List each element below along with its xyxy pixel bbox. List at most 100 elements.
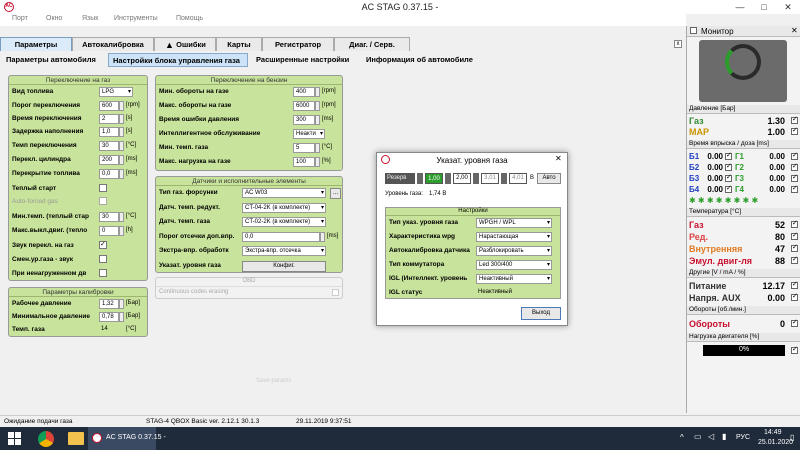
smart-service-select[interactable]: Неакти — [293, 129, 325, 139]
level-change-sound-checkbox[interactable] — [99, 255, 107, 263]
min-rpm-gas-spinner[interactable] — [315, 87, 320, 97]
min-gas-temp-spinner[interactable] — [315, 143, 320, 153]
tab-parameters[interactable]: Параметры — [0, 37, 72, 51]
temp-gas-checkbox[interactable] — [791, 219, 798, 228]
switch-time-spinner[interactable] — [119, 114, 124, 124]
notifications-icon[interactable]: ▯ — [790, 433, 794, 442]
windows-start-icon[interactable] — [8, 432, 22, 446]
unloaded-engine-checkbox[interactable] — [99, 269, 107, 277]
igl-select[interactable]: Неактивный — [476, 274, 552, 284]
cylinder-switch-input[interactable]: 200 — [99, 155, 119, 165]
pressure-error-time-spinner[interactable] — [315, 115, 320, 125]
min-pressure-input[interactable]: 0,78 — [99, 312, 119, 322]
clock-time[interactable]: 14:49 — [764, 429, 782, 436]
b1-checkbox[interactable] — [725, 151, 732, 160]
extra-inj-threshold-input[interactable]: 0,0 — [242, 232, 320, 242]
switch-time-input[interactable]: 2 — [99, 114, 119, 124]
pressure-map-checkbox[interactable] — [791, 126, 798, 135]
b2-checkbox[interactable] — [725, 162, 732, 171]
tab-vehicle-info[interactable]: Информация об автомобиле — [362, 53, 482, 67]
rpm-checkbox[interactable] — [791, 318, 798, 327]
extra-inj-threshold-spinner[interactable] — [320, 232, 325, 242]
menu-language[interactable]: Язык — [82, 15, 98, 22]
extra-inj-handling-select[interactable]: Экстра-впр. отсечка — [242, 246, 326, 256]
engine-load-checkbox[interactable] — [791, 345, 798, 354]
temp-engine-emul-checkbox[interactable] — [791, 255, 798, 264]
close-button[interactable]: ✕ — [776, 0, 800, 14]
injector-more-button[interactable]: ... — [330, 188, 341, 199]
monitor-close-icon[interactable]: ✕ — [791, 26, 798, 35]
network-icon[interactable]: ▭ — [694, 432, 702, 441]
menu-window[interactable]: Окно — [46, 15, 62, 22]
switch-threshold-spinner[interactable] — [119, 101, 124, 111]
minimize-button[interactable]: — — [728, 0, 752, 14]
gas-level-config-button[interactable]: Конфиг. — [242, 261, 326, 272]
max-rpm-gas-input[interactable]: 6000 — [293, 101, 315, 111]
switch-sound-checkbox[interactable] — [99, 240, 107, 249]
pressure-error-time-input[interactable]: 300 — [293, 115, 315, 125]
switch-temp-input[interactable]: 30 — [99, 141, 119, 151]
g2-checkbox[interactable] — [791, 162, 798, 171]
tab-diagnostics[interactable]: Диаг. / Серв. — [334, 37, 410, 51]
engine-off-max-spinner[interactable] — [119, 226, 124, 236]
monitor-toggle-checkbox[interactable] — [690, 27, 697, 34]
fuel-overlap-spinner[interactable] — [119, 169, 124, 179]
auto-forced-gas-checkbox[interactable] — [99, 197, 107, 205]
temp-internal-checkbox[interactable] — [791, 243, 798, 252]
injector-type-select[interactable]: AC W03 — [242, 188, 326, 198]
volume-icon[interactable]: ◁ — [708, 432, 714, 441]
min-rpm-gas-input[interactable]: 400 — [293, 87, 315, 97]
fill-delay-input[interactable]: 1,0 — [99, 127, 119, 137]
max-load-gas-input[interactable]: 100 — [293, 157, 315, 167]
g3-checkbox[interactable] — [791, 173, 798, 182]
fuel-overlap-input[interactable]: 0,0 — [99, 169, 119, 179]
reducer-temp-sensor-select[interactable]: CT-04-2K (в комплекте) — [242, 203, 326, 213]
battery-icon[interactable]: ▮ — [722, 432, 726, 441]
clock-date[interactable]: 25.01.2020 — [758, 439, 793, 446]
tab-gas-ecu-settings[interactable]: Настройки блока управления газа — [108, 53, 248, 67]
max-rpm-gas-spinner[interactable] — [315, 101, 320, 111]
maximize-button[interactable]: □ — [752, 0, 776, 14]
warm-start-checkbox[interactable] — [99, 184, 107, 192]
gas-temp-sensor-select[interactable]: CT-02-2K (в комплекте) — [242, 217, 326, 227]
cylinder-switch-spinner[interactable] — [119, 155, 124, 165]
wpg-characteristic-select[interactable]: Нарастающая — [476, 232, 552, 242]
tab-recorder[interactable]: Регистратор — [262, 37, 334, 51]
auto-button[interactable]: Авто — [537, 173, 561, 184]
tab-maps[interactable]: Карты — [216, 37, 262, 51]
sensor-autocal-select[interactable]: Разблокировать — [476, 246, 552, 256]
obd-erasing-checkbox[interactable] — [332, 289, 339, 296]
engine-off-max-input[interactable]: 0 — [99, 226, 119, 236]
warm-start-min-temp-input[interactable]: 30 — [99, 212, 119, 222]
min-gas-temp-input[interactable]: 5 — [293, 143, 315, 153]
b3-checkbox[interactable] — [725, 173, 732, 182]
menu-port[interactable]: Порт — [12, 15, 28, 22]
pressure-gas-checkbox[interactable] — [791, 115, 798, 124]
work-pressure-spinner[interactable] — [119, 299, 124, 309]
work-pressure-input[interactable]: 1,32 — [99, 299, 119, 309]
g1-checkbox[interactable] — [791, 151, 798, 160]
menu-help[interactable]: Помощь — [176, 15, 203, 22]
switch-type-select[interactable]: Led 300/400 — [476, 260, 552, 270]
tab-close-icon[interactable]: x — [674, 40, 682, 48]
file-explorer-icon[interactable] — [68, 432, 84, 445]
fill-delay-spinner[interactable] — [119, 127, 124, 137]
temp-reducer-checkbox[interactable] — [791, 231, 798, 240]
max-load-gas-spinner[interactable] — [315, 157, 320, 167]
switch-threshold-input[interactable]: 600 — [99, 101, 119, 111]
level-sensor-type-select[interactable]: WPGH / WPL — [476, 218, 552, 228]
tab-autocalibration[interactable]: Автокалибровка — [72, 37, 154, 51]
b4-checkbox[interactable] — [725, 184, 732, 193]
tab-errors[interactable]: ▲ Ошибки — [154, 37, 216, 51]
language-indicator[interactable]: РУС — [736, 434, 750, 441]
tab-advanced-settings[interactable]: Расширенные настройки — [252, 53, 358, 67]
warm-start-min-temp-spinner[interactable] — [119, 212, 124, 222]
switch-temp-spinner[interactable] — [119, 141, 124, 151]
tab-vehicle-params[interactable]: Параметры автомобиля — [2, 53, 108, 67]
fuel-type-select[interactable]: LPG — [99, 87, 133, 97]
chrome-icon[interactable] — [38, 431, 54, 447]
menu-tools[interactable]: Инструменты — [114, 15, 158, 22]
supply-voltage-checkbox[interactable] — [791, 280, 798, 289]
taskbar-app-button[interactable]: AC STAG 0.37.15 - — [88, 427, 166, 450]
min-pressure-spinner[interactable] — [119, 312, 124, 322]
